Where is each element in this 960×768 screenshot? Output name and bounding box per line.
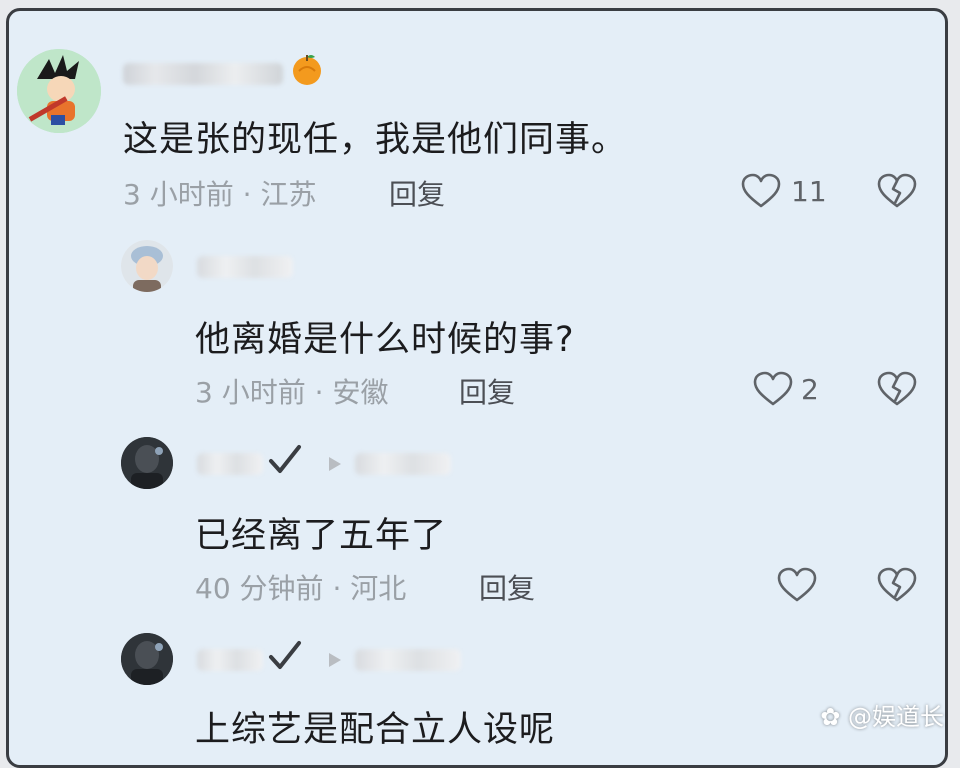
paw-icon: ✿ [820, 703, 841, 731]
reply-arrow-icon [327, 651, 343, 669]
like-count: 11 [791, 175, 827, 208]
like-count: 2 [801, 373, 819, 406]
broken-heart-icon[interactable] [877, 173, 917, 209]
watermark-text: @娱道长 [848, 703, 944, 731]
comment-time: 3 小时前 [195, 376, 306, 409]
comment-text: 他离婚是什么时候的事? [195, 320, 575, 360]
username-blurred[interactable] [197, 649, 263, 671]
verified-check-icon [267, 443, 303, 479]
avatar[interactable] [121, 240, 173, 292]
verified-check-icon [267, 639, 303, 675]
comment-text: 上综艺是配合立人设呢 [195, 710, 556, 750]
comment-meta: 3 小时前 · 安徽 [195, 371, 388, 411]
comment-text: 已经离了五年了 [195, 516, 448, 556]
meta-separator: · [332, 572, 342, 605]
meta-separator: · [242, 178, 252, 211]
broken-heart-icon[interactable] [877, 371, 917, 407]
avatar[interactable] [17, 49, 101, 133]
reply-target-username-blurred[interactable] [355, 649, 461, 671]
comment-time: 40 分钟前 [195, 572, 324, 605]
comment-meta: 3 小时前 · 江苏 [123, 173, 316, 213]
comment-location: 江苏 [260, 178, 317, 211]
heart-icon[interactable] [741, 173, 781, 209]
meta-separator: · [314, 376, 324, 409]
comment-location: 河北 [350, 572, 407, 605]
comment-text: 这是张的现任，我是他们同事。 [123, 120, 628, 160]
reply-arrow-icon [327, 455, 343, 473]
watermark: ✿ @娱道长 [820, 697, 944, 732]
heart-icon[interactable] [777, 567, 817, 603]
username-blurred[interactable] [197, 453, 263, 475]
avatar[interactable] [121, 437, 173, 489]
username-blurred[interactable] [123, 63, 283, 85]
broken-heart-icon[interactable] [877, 567, 917, 603]
heart-icon[interactable] [753, 371, 793, 407]
reply-button[interactable]: 回复 [389, 173, 445, 213]
comment-time: 3 小时前 [123, 178, 234, 211]
orange-fruit-icon [289, 51, 325, 87]
comment-thread-panel: 这是张的现任，我是他们同事。 3 小时前 · 江苏 回复 11 他离婚是什么时候… [6, 8, 948, 768]
reply-button[interactable]: 回复 [479, 567, 535, 607]
avatar[interactable] [121, 633, 173, 685]
comment-meta: 40 分钟前 · 河北 [195, 567, 406, 607]
comment-location: 安徽 [332, 376, 389, 409]
reply-target-username-blurred[interactable] [355, 453, 451, 475]
reply-button[interactable]: 回复 [459, 371, 515, 411]
username-blurred[interactable] [197, 256, 293, 278]
